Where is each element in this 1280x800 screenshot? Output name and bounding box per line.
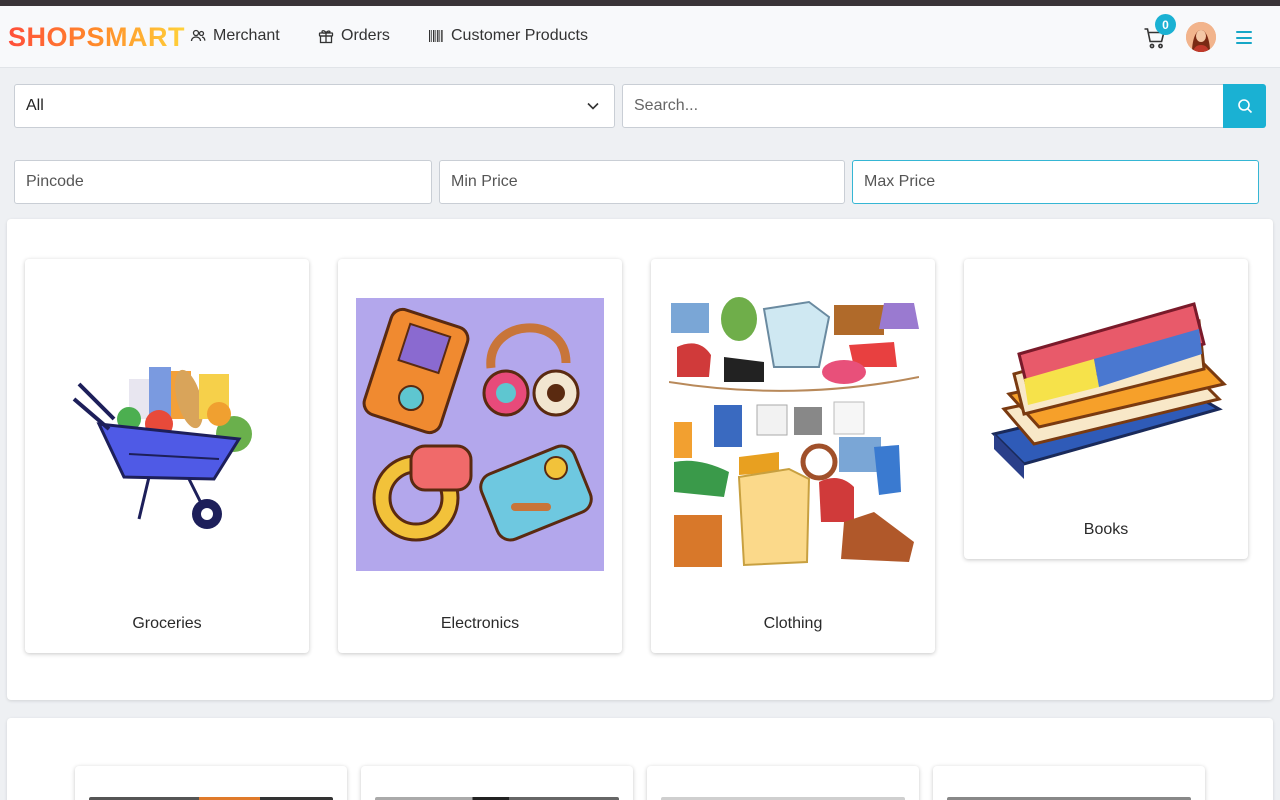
category-card-books[interactable]: Books: [964, 259, 1248, 559]
category-panel: Groceries Electronics Clothing Books: [7, 219, 1273, 700]
users-icon: [190, 29, 206, 42]
nav-orders-label: Orders: [341, 27, 390, 44]
nav-customer-products[interactable]: Customer Products: [428, 27, 588, 45]
wheelbarrow-groceries-image: [72, 367, 252, 529]
max-price-input[interactable]: Max Price: [852, 160, 1259, 204]
pincode-placeholder: Pincode: [26, 173, 84, 190]
product-card[interactable]: [933, 766, 1205, 800]
product-card[interactable]: [647, 766, 919, 800]
product-card[interactable]: [75, 766, 347, 800]
category-card-groceries[interactable]: Groceries: [25, 259, 309, 653]
nav-merchant[interactable]: Merchant: [190, 27, 280, 45]
category-card-label: Clothing: [763, 615, 823, 632]
chevron-down-icon: [587, 102, 599, 110]
menu-icon[interactable]: [1236, 31, 1252, 44]
product-card[interactable]: [361, 766, 633, 800]
min-price-input[interactable]: Min Price: [439, 160, 845, 204]
pincode-input[interactable]: Pincode: [14, 160, 432, 204]
search-placeholder: Search...: [634, 97, 699, 114]
gadgets-image: [356, 298, 604, 571]
gift-icon: [318, 30, 334, 44]
search-input[interactable]: Search...: [622, 84, 1224, 128]
search-button[interactable]: [1223, 84, 1266, 128]
category-card-label: Groceries: [132, 615, 202, 632]
avatar[interactable]: [1186, 22, 1216, 52]
books-stack-image: [991, 302, 1227, 479]
navbar: SHOPSMART Merchant Orders Customer Produ…: [0, 6, 1280, 68]
clothes-image: [669, 297, 919, 567]
nav-orders[interactable]: Orders: [318, 27, 390, 45]
min-price-placeholder: Min Price: [451, 173, 518, 190]
nav-customer-products-label: Customer Products: [451, 27, 588, 44]
category-select[interactable]: All: [14, 84, 615, 128]
cart-count-badge: 0: [1155, 14, 1176, 35]
barcode-icon: [429, 30, 443, 42]
nav-merchant-label: Merchant: [213, 27, 280, 44]
category-select-value: All: [26, 97, 44, 114]
category-card-clothing[interactable]: Clothing: [651, 259, 935, 653]
category-card-label: Electronics: [440, 615, 520, 632]
brand-logo[interactable]: SHOPSMART: [8, 22, 185, 53]
max-price-placeholder: Max Price: [864, 173, 936, 190]
category-card-electronics[interactable]: Electronics: [338, 259, 622, 653]
search-icon: [1237, 99, 1252, 114]
category-card-label: Books: [1083, 521, 1129, 538]
